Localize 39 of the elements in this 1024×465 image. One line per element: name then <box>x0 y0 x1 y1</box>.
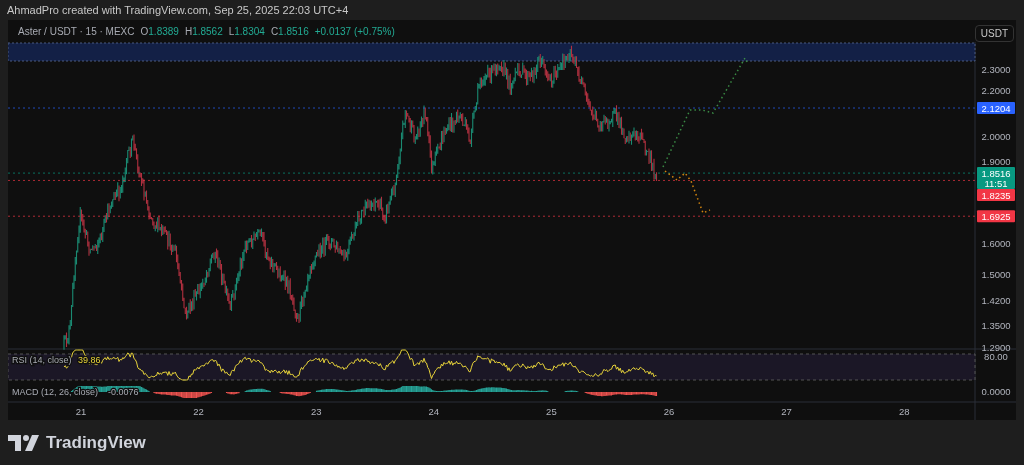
price-change-text: +0.0137 (+0.75%) <box>314 25 395 37</box>
price-tick-label: 2.0000 <box>981 131 1011 143</box>
ohlc-value: 1.8389 <box>148 25 179 37</box>
time-tick-label: 26 <box>663 406 675 417</box>
logo-text: TradingView <box>46 433 146 453</box>
price-tick-label: 1.3500 <box>981 319 1011 331</box>
price-tick-label: 1.2900 <box>981 341 1011 353</box>
price-tick-label: 1.5000 <box>981 269 1011 281</box>
price-label: 1.8235 <box>977 189 1015 202</box>
price-tick-label: 2.2000 <box>981 85 1011 97</box>
time-tick-label: 24 <box>428 406 440 417</box>
rsi-axis-label: 80.00 <box>984 351 1008 362</box>
time-tick-label: 27 <box>781 406 792 417</box>
time-tick-label: 23 <box>310 406 322 417</box>
price-label: 2.1204 <box>977 102 1015 115</box>
price-label: 1.6925 <box>977 210 1015 223</box>
symbol-text: Aster / USDT · 15 · MEXC <box>18 25 135 37</box>
currency-button[interactable]: USDT <box>974 24 1014 42</box>
price-tick-label: 1.9000 <box>981 155 1011 167</box>
ohlc-value: 1.8516 <box>278 25 309 37</box>
logo-icon <box>8 435 42 451</box>
price-tick-label: 2.3000 <box>981 64 1011 75</box>
price-tick-label: 1.4200 <box>981 295 1011 307</box>
rsi-label: RSI (14, close) <box>12 355 72 365</box>
bearish-projection-path <box>664 170 711 214</box>
price-label: 1.8516 11:51 <box>977 167 1015 190</box>
ohlc-value: 1.8304 <box>234 25 265 37</box>
attribution-text: AhmadPro created with TradingView.com, Sep 25, 2025 22:03 UTC+4 <box>7 4 349 16</box>
time-tick-label: 21 <box>75 406 87 417</box>
time-tick-label: 28 <box>898 406 910 417</box>
ohlc-value: 1.8562 <box>192 25 223 37</box>
macd-axis-label: 0.0000 <box>981 386 1011 397</box>
time-tick-label: 25 <box>546 406 557 417</box>
ohlc-label: H <box>184 25 193 37</box>
time-tick-label: 22 <box>193 406 204 417</box>
ohlc-label: C <box>270 25 279 37</box>
ohlc-label: L <box>228 25 235 37</box>
price-tick-label: 1.6000 <box>981 238 1011 250</box>
ohlc-label: O <box>140 25 149 37</box>
